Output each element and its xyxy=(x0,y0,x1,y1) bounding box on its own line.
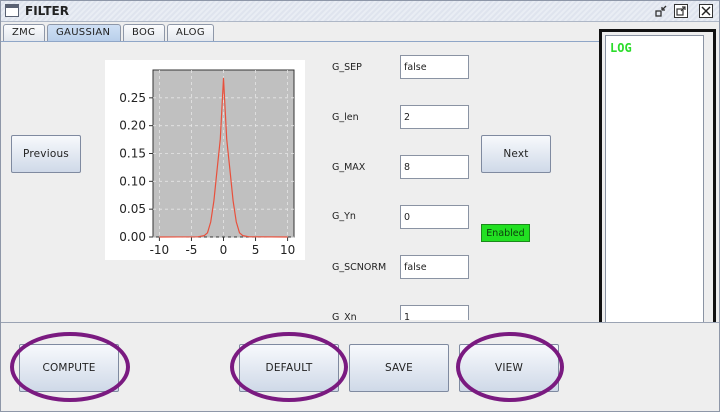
view-button[interactable]: VIEW xyxy=(459,344,559,392)
field-label-g-scnorm: G_SCNORM xyxy=(332,262,387,273)
x-tick-label: 5 xyxy=(252,243,260,257)
g-xn-input[interactable]: 1 xyxy=(400,305,469,320)
log-title: LOG xyxy=(610,41,632,55)
x-tick-label: 10 xyxy=(280,243,295,257)
previous-button[interactable]: Previous xyxy=(11,135,81,173)
filter-window: FILTER ZMC GAUSSIAN BOG ALOG Previous -1… xyxy=(0,0,720,412)
field-label-g-xn: G_Xn xyxy=(332,312,357,320)
y-tick-label: 0.10 xyxy=(119,174,146,188)
field-label-g-yn: G_Yn xyxy=(332,211,356,222)
x-tick-label: -10 xyxy=(150,243,170,257)
chart-svg: -10 -5 0 5 10 0.00 0.05 0.10 0.15 0.20 0.25 xyxy=(119,69,295,257)
maximize-icon[interactable] xyxy=(674,4,688,18)
log-text-area[interactable]: LOG xyxy=(605,35,704,324)
tab-gaussian[interactable]: GAUSSIAN xyxy=(47,24,121,41)
y-tick-label: 0.20 xyxy=(119,119,146,133)
close-icon[interactable] xyxy=(699,4,713,18)
title-bar: FILTER xyxy=(1,1,719,22)
save-button[interactable]: SAVE xyxy=(349,344,449,392)
tab-zmc[interactable]: ZMC xyxy=(3,24,45,41)
gaussian-chart: -10 -5 0 5 10 0.00 0.05 0.10 0.15 0.20 0.25 xyxy=(105,60,305,260)
window-title: FILTER xyxy=(25,4,69,18)
tab-bog[interactable]: BOG xyxy=(123,24,165,41)
next-button[interactable]: Next xyxy=(481,135,551,173)
tab-alog[interactable]: ALOG xyxy=(167,24,214,41)
default-button[interactable]: DEFAULT xyxy=(239,344,339,392)
g-yn-input[interactable]: 0 xyxy=(400,205,469,229)
g-sep-input[interactable]: false xyxy=(400,55,469,79)
y-tick-label: 0.25 xyxy=(119,91,146,105)
window-icon xyxy=(5,4,19,17)
compute-button[interactable]: COMPUTE xyxy=(19,344,119,392)
g-len-input[interactable]: 2 xyxy=(400,105,469,129)
x-tick-label: 0 xyxy=(220,243,228,257)
log-panel: LOG xyxy=(599,29,716,332)
g-max-input[interactable]: 8 xyxy=(400,155,469,179)
action-bar: COMPUTE DEFAULT SAVE VIEW xyxy=(1,323,719,409)
field-label-g-sep: G_SEP xyxy=(332,62,362,73)
y-tick-label: 0.15 xyxy=(119,147,146,161)
gaussian-panel: Previous -10 -5 0 5 10 0.00 0.05 0.10 0.15 0.20 0.… xyxy=(1,42,599,320)
minimize-icon[interactable] xyxy=(654,4,668,18)
enabled-status-badge: Enabled xyxy=(481,224,530,242)
field-label-g-max: G_MAX xyxy=(332,162,366,173)
y-tick-label: 0.05 xyxy=(119,202,146,216)
g-scnorm-input[interactable]: false xyxy=(400,255,469,279)
field-label-g-len: G_len xyxy=(332,112,359,123)
y-tick-label: 0.00 xyxy=(119,230,146,244)
x-tick-label: -5 xyxy=(185,243,197,257)
